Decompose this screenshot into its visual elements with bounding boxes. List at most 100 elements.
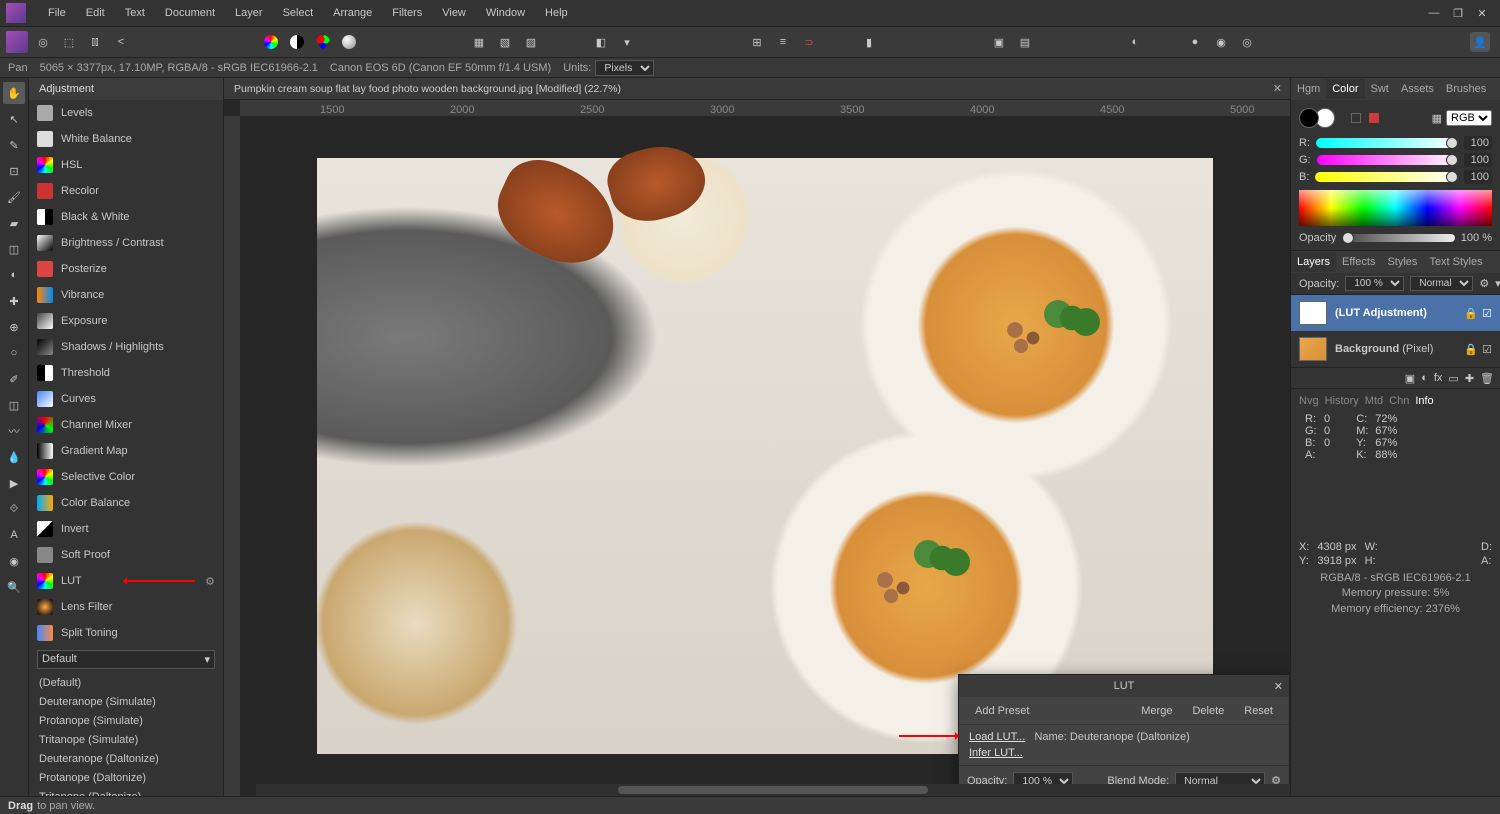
color-mode-select[interactable]: RGB xyxy=(1446,110,1492,126)
picker-tool[interactable]: ◉ xyxy=(3,550,25,572)
maximize-button[interactable]: ❐ xyxy=(1446,3,1470,24)
visibility-checkbox[interactable]: ☑ xyxy=(1482,343,1492,356)
contrast-icon[interactable] xyxy=(286,31,308,53)
pan-tool[interactable]: ✋ xyxy=(3,82,25,104)
cloud-1-icon[interactable]: ● xyxy=(1184,31,1206,53)
adjustment-recolor[interactable]: Recolor xyxy=(29,178,223,204)
delete-button[interactable]: Delete xyxy=(1184,702,1232,720)
menu-file[interactable]: File xyxy=(38,3,76,23)
minimize-button[interactable]: — xyxy=(1422,3,1446,23)
adjustment-curves[interactable]: Curves xyxy=(29,386,223,412)
tab-text-styles[interactable]: Text Styles xyxy=(1423,252,1488,272)
crop-icon[interactable]: ◧ xyxy=(590,31,612,53)
lock-icon[interactable]: ▮ xyxy=(858,31,880,53)
adjustment-exposure[interactable]: Exposure xyxy=(29,308,223,334)
adjustment-shadows-highlights[interactable]: Shadows / Highlights xyxy=(29,334,223,360)
dialog-close-icon[interactable]: ✕ xyxy=(1274,680,1283,693)
tab-nvg[interactable]: Nvg xyxy=(1299,395,1319,407)
selection-tool[interactable]: ◫ xyxy=(3,238,25,260)
guides-icon[interactable]: ≡ xyxy=(772,31,794,53)
layer-row[interactable]: Background (Pixel)🔒☑ xyxy=(1291,331,1500,367)
hue-picker[interactable] xyxy=(1299,190,1492,226)
adjustment-black-white[interactable]: Black & White xyxy=(29,204,223,230)
tab-chn[interactable]: Chn xyxy=(1389,395,1409,407)
adjustment-selective-color[interactable]: Selective Color xyxy=(29,464,223,490)
lock-icon[interactable]: 🔒 xyxy=(1464,307,1478,320)
units-select[interactable]: Pixels xyxy=(595,60,654,76)
menu-window[interactable]: Window xyxy=(476,3,535,23)
sphere-icon[interactable] xyxy=(338,31,360,53)
menu-text[interactable]: Text xyxy=(115,3,155,23)
cloud-3-icon[interactable]: ◎ xyxy=(1236,31,1258,53)
zoom-tool[interactable]: 🔍 xyxy=(3,576,25,598)
preset-item[interactable]: Tritanope (Simulate) xyxy=(29,730,223,749)
adjustment-threshold[interactable]: Threshold xyxy=(29,360,223,386)
layer-delete-icon[interactable]: 🗑 xyxy=(1480,372,1494,385)
adjustment-brightness-contrast[interactable]: Brightness / Contrast xyxy=(29,230,223,256)
persona-tone-icon[interactable]: ⫾⫾ xyxy=(84,31,106,53)
tab-info[interactable]: Info xyxy=(1415,395,1433,407)
arrange-2-icon[interactable]: ▤ xyxy=(1014,31,1036,53)
close-button[interactable]: ✕ xyxy=(1470,3,1494,24)
pen-tool[interactable]: ✐ xyxy=(3,368,25,390)
persona-develop-icon[interactable]: ⬚ xyxy=(58,31,80,53)
tab-hgm[interactable]: Hgm xyxy=(1291,79,1326,99)
preset-item[interactable]: (Default) xyxy=(29,673,223,692)
cloud-2-icon[interactable]: ◉ xyxy=(1210,31,1232,53)
magnet-icon[interactable]: ⊃ xyxy=(798,31,820,53)
layer-add-icon[interactable]: ✚ xyxy=(1465,372,1474,385)
adjustment-channel-mixer[interactable]: Channel Mixer xyxy=(29,412,223,438)
lock-icon[interactable]: 🔒 xyxy=(1464,343,1478,356)
menu-help[interactable]: Help xyxy=(535,3,578,23)
adjustment-hsl[interactable]: HSL xyxy=(29,152,223,178)
layers-menu-icon[interactable]: ▾ xyxy=(1495,277,1500,290)
close-tab-icon[interactable]: ✕ xyxy=(1265,82,1290,95)
brush-tool[interactable]: ✎ xyxy=(3,134,25,156)
tab-color[interactable]: Color xyxy=(1326,79,1364,99)
selection-2-icon[interactable]: ▧ xyxy=(494,31,516,53)
paint-tool[interactable]: 🖌 xyxy=(3,186,25,208)
tab-swt[interactable]: Swt xyxy=(1365,79,1395,99)
menu-view[interactable]: View xyxy=(432,3,476,23)
grid-icon[interactable]: ▦ xyxy=(1432,112,1442,125)
color-wheel-icon[interactable] xyxy=(260,31,282,53)
fill-tool[interactable]: ▰ xyxy=(3,212,25,234)
app-icon[interactable] xyxy=(6,31,28,53)
adjustment-posterize[interactable]: Posterize xyxy=(29,256,223,282)
adjustment-tab[interactable]: Adjustment xyxy=(29,79,104,99)
adjustment-gradient-map[interactable]: Gradient Map xyxy=(29,438,223,464)
layers-opacity-select[interactable]: 100 % xyxy=(1345,276,1404,291)
recent-color-swatch[interactable] xyxy=(1369,113,1379,123)
tab-history[interactable]: History xyxy=(1325,395,1359,407)
visibility-checkbox[interactable]: ☑ xyxy=(1482,307,1492,320)
viewport[interactable]: LUT ✕ Add Preset Merge Delete Reset xyxy=(240,116,1290,796)
menu-document[interactable]: Document xyxy=(155,3,225,23)
primary-color-swatch[interactable] xyxy=(1299,108,1319,128)
selection-3-icon[interactable]: ▨ xyxy=(520,31,542,53)
user-avatar[interactable]: 👤 xyxy=(1470,32,1490,52)
preset-select[interactable]: Default▾ xyxy=(37,650,215,669)
text-tool[interactable]: A xyxy=(3,524,25,546)
persona-liquify-icon[interactable]: ◎ xyxy=(32,31,54,53)
adjustment-invert[interactable]: Invert xyxy=(29,516,223,542)
document-tab[interactable]: Pumpkin cream soup flat lay food photo w… xyxy=(224,80,631,98)
adjustment-split-toning[interactable]: Split Toning xyxy=(29,620,223,646)
dialog-titlebar[interactable]: LUT ✕ xyxy=(959,675,1289,697)
cog-icon[interactable]: ⚙ xyxy=(205,575,215,588)
tab-layers[interactable]: Layers xyxy=(1291,252,1336,272)
opacity-slider[interactable] xyxy=(1342,234,1455,242)
clone-tool[interactable]: ⊕ xyxy=(3,316,25,338)
heal-tool[interactable]: ✚ xyxy=(3,290,25,312)
infer-lut-link[interactable]: Infer LUT... xyxy=(969,747,1023,759)
merge-button[interactable]: Merge xyxy=(1133,702,1180,720)
preset-item[interactable]: Deuteranope (Daltonize) xyxy=(29,749,223,768)
b-value[interactable]: 100 xyxy=(1464,170,1492,184)
adjustment-color-balance[interactable]: Color Balance xyxy=(29,490,223,516)
crop-tool[interactable]: ⊡ xyxy=(3,160,25,182)
opacity-value[interactable]: 100 % xyxy=(1461,232,1492,244)
layer-adjust-icon[interactable]: ◐ xyxy=(1421,372,1428,384)
menu-select[interactable]: Select xyxy=(273,3,324,23)
preset-item[interactable]: Protanope (Daltonize) xyxy=(29,768,223,787)
move-tool[interactable]: ↖ xyxy=(3,108,25,130)
add-preset-button[interactable]: Add Preset xyxy=(967,702,1037,720)
